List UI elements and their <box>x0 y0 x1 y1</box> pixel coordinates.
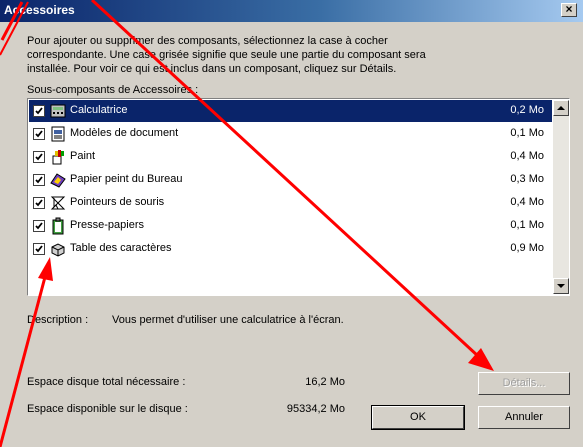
component-size: 0,9 Mo <box>510 242 544 254</box>
close-button[interactable]: × <box>561 3 577 17</box>
component-name: Paint <box>70 150 96 162</box>
list-item[interactable]: Table des caractères 0,9 Mo <box>29 238 552 260</box>
component-size: 0,4 Mo <box>510 196 544 208</box>
component-name: Calculatrice <box>69 104 129 116</box>
intro-line: Pour ajouter ou supprimer des composants… <box>27 35 388 47</box>
component-name: Papier peint du Bureau <box>70 173 183 185</box>
component-size: 0,1 Mo <box>510 127 544 139</box>
list-item[interactable]: Papier peint du Bureau 0,3 Mo <box>29 169 552 191</box>
title-bar: Accessoires × <box>0 0 583 22</box>
description-label: Description : <box>27 314 89 326</box>
details-button[interactable]: Détails... <box>478 372 570 395</box>
ok-button[interactable]: OK <box>371 405 465 430</box>
list-scrollbar[interactable] <box>553 100 569 294</box>
available-space-label: Espace disponible sur le disque : <box>27 403 188 415</box>
clipboard-icon <box>49 217 67 235</box>
calculator-icon <box>49 102 67 120</box>
arrow-up-icon <box>557 106 565 110</box>
checkbox[interactable] <box>33 105 45 117</box>
list-item[interactable]: Pointeurs de souris 0,4 Mo <box>29 192 552 214</box>
component-size: 0,3 Mo <box>510 173 544 185</box>
wallpaper-icon <box>49 171 67 189</box>
window-title: Accessoires <box>4 3 75 17</box>
required-space-value: 16,2 Mo <box>305 376 345 388</box>
description-text: Vous permet d'utiliser une calculatrice … <box>112 314 344 326</box>
mouse-pointer-icon <box>49 194 67 212</box>
component-size: 0,2 Mo <box>510 104 544 116</box>
character-map-icon <box>49 240 67 258</box>
available-space-value: 95334,2 Mo <box>286 403 345 415</box>
cancel-button[interactable]: Annuler <box>478 406 570 429</box>
paint-icon <box>49 148 67 166</box>
component-name: Pointeurs de souris <box>70 196 165 208</box>
intro-line: installée. Pour voir ce qui est inclus d… <box>27 63 397 75</box>
intro-text: Pour ajouter ou supprimer des composants… <box>27 34 547 76</box>
checkbox[interactable] <box>33 220 45 232</box>
component-size: 0,4 Mo <box>510 150 544 162</box>
list-item[interactable]: Calculatrice 0,2 Mo <box>29 100 552 122</box>
accessoires-dialog: Accessoires × Pour ajouter ou supprimer … <box>0 0 583 447</box>
annotation-arrow <box>0 276 47 447</box>
subcomponents-label: Sous-composants de Accessoires : <box>27 84 199 96</box>
list-item[interactable]: Modèles de document 0,1 Mo <box>29 123 552 145</box>
scroll-up-button[interactable] <box>553 100 569 116</box>
component-name: Presse-papiers <box>70 219 144 231</box>
intro-line: correspondante. Une case grisée signifie… <box>27 49 426 61</box>
component-size: 0,1 Mo <box>510 219 544 231</box>
checkbox[interactable] <box>33 197 45 209</box>
list-item[interactable]: Paint 0,4 Mo <box>29 146 552 168</box>
required-space-label: Espace disque total nécessaire : <box>27 376 186 388</box>
component-name: Table des caractères <box>70 242 172 254</box>
description: Description : Vous permet d'utiliser une… <box>27 314 344 326</box>
scroll-down-button[interactable] <box>553 278 569 294</box>
annotation-arrowhead <box>468 348 494 371</box>
checkbox[interactable] <box>33 151 45 163</box>
subcomponents-list[interactable]: Calculatrice 0,2 Mo Modèles de document … <box>27 98 570 296</box>
component-name: Modèles de document <box>70 127 179 139</box>
checkbox[interactable] <box>33 128 45 140</box>
arrow-down-icon <box>557 284 565 288</box>
checkbox[interactable] <box>33 243 45 255</box>
document-icon <box>49 125 67 143</box>
checkbox[interactable] <box>33 174 45 186</box>
list-item[interactable]: Presse-papiers 0,1 Mo <box>29 215 552 237</box>
